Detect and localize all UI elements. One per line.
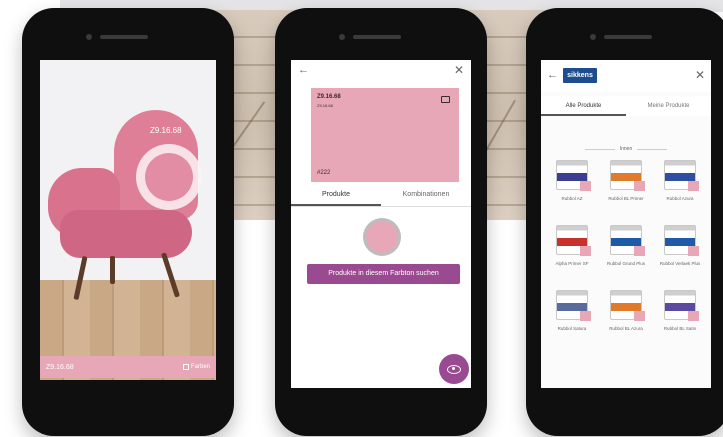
- speaker-grille: [604, 35, 652, 39]
- product-card[interactable]: Rubbol Verlaek Plus: [653, 225, 707, 290]
- farben-label: Farben: [190, 364, 210, 370]
- tab-alle-produkte[interactable]: Alle Produkte: [541, 96, 626, 116]
- paint-tin-image: [610, 160, 645, 191]
- product-card[interactable]: Rubbol BL Azura: [599, 290, 653, 355]
- tab-meine-produkte[interactable]: Meine Produkte: [626, 96, 711, 116]
- phone-product-list: ← sikkens ✕ Alle Produkte Meine Produkte…: [526, 8, 723, 436]
- back-arrow-icon[interactable]: ←: [547, 69, 558, 81]
- save-icon[interactable]: [441, 96, 450, 103]
- color-chip: [688, 311, 699, 321]
- ar-camera-screen[interactable]: Z9.16.68 Z9.16.68 Farben: [40, 60, 216, 380]
- camera-icon: [590, 34, 596, 40]
- color-chip: [688, 246, 699, 256]
- header: ← sikkens ✕: [541, 60, 711, 92]
- product-name: Rubbol Grund Plus: [606, 261, 646, 266]
- color-detail-screen: ← ✕ Z9.16.68 Z9.16.68 #222 Produkte Komb…: [291, 60, 471, 388]
- tab-produkte[interactable]: Produkte: [291, 184, 381, 206]
- speaker-grille: [100, 35, 148, 39]
- swatch-subcode: Z9.16.68: [317, 103, 333, 108]
- paint-tin-image: [664, 225, 699, 256]
- camera-icon: [86, 34, 92, 40]
- product-list-screen: ← sikkens ✕ Alle Produkte Meine Produkte…: [541, 60, 711, 388]
- paint-tin-label: [611, 238, 641, 246]
- product-card[interactable]: Rubbol BL Primer: [599, 160, 653, 225]
- color-chip: [634, 311, 645, 321]
- paint-tin-label: [665, 173, 695, 181]
- paint-tin-image: [610, 290, 645, 321]
- paint-tin-image: [664, 160, 699, 191]
- product-card[interactable]: Rubbol Azura: [653, 160, 707, 225]
- detail-tabs: Produkte Kombinationen: [291, 184, 471, 206]
- product-card[interactable]: Rubbol Satura: [545, 290, 599, 355]
- product-card[interactable]: Rubbol Grund Plus: [599, 225, 653, 290]
- product-name: Rubbol Satura: [557, 326, 587, 331]
- paint-can-icon: [363, 218, 401, 256]
- paint-tin-image: [556, 225, 591, 256]
- product-name: Rubbol BL Azura: [609, 326, 643, 331]
- product-tabs: Alle Produkte Meine Produkte: [541, 96, 711, 116]
- swatch-number: #222: [317, 170, 331, 176]
- color-chip: [580, 311, 591, 321]
- farben-button[interactable]: Farben: [182, 364, 210, 370]
- paint-tin-label: [557, 303, 587, 311]
- back-arrow-icon[interactable]: ←: [298, 64, 309, 76]
- color-chip: [580, 181, 591, 191]
- camera-icon: [339, 34, 345, 40]
- product-name: Rubbol Verlaek Plus: [659, 261, 701, 266]
- color-chip: [688, 181, 699, 191]
- tab-kombinationen[interactable]: Kombinationen: [381, 184, 471, 206]
- paint-tin-label: [557, 238, 587, 246]
- product-name: Rubbol Azura: [666, 196, 694, 201]
- product-name: Rubbol BL Satin: [663, 326, 697, 331]
- phone-color-detail: ← ✕ Z9.16.68 Z9.16.68 #222 Produkte Komb…: [275, 8, 487, 436]
- eye-icon: [447, 364, 461, 374]
- color-chip: [634, 246, 645, 256]
- top-nav: ← ✕: [291, 60, 471, 82]
- swatch-code: Z9.16.68: [317, 94, 341, 100]
- paint-tin-label: [611, 173, 641, 181]
- picked-color-bar[interactable]: Z9.16.68 Farben: [40, 356, 216, 378]
- color-picker-ring[interactable]: [136, 144, 202, 210]
- grid-icon: [182, 364, 189, 370]
- paint-tin-label: [611, 303, 641, 311]
- product-name: Rubbol BL Primer: [608, 196, 644, 201]
- paint-tin-image: [610, 225, 645, 256]
- tabs-divider: [291, 206, 471, 207]
- product-card[interactable]: Alpha Primer SF: [545, 225, 599, 290]
- color-swatch: Z9.16.68 Z9.16.68 #222: [311, 88, 459, 182]
- color-chip: [580, 246, 591, 256]
- section-label: Innen: [619, 146, 633, 152]
- chair-seat-image: [60, 210, 192, 258]
- color-chip: [634, 181, 645, 191]
- paint-tin-label: [557, 173, 587, 181]
- product-card[interactable]: Rubbol AZ: [545, 160, 599, 225]
- close-icon[interactable]: ✕: [695, 68, 705, 82]
- paint-tin-image: [556, 160, 591, 191]
- picked-color-label: Z9.16.68: [150, 126, 182, 135]
- section-divider: [637, 149, 667, 150]
- paint-tin-label: [665, 238, 695, 246]
- product-grid: Rubbol AZ Rubbol BL Primer Rubbol Azura Alp…: [545, 160, 707, 355]
- search-products-button[interactable]: Produkte in diesem Farbton suchen: [307, 264, 460, 284]
- product-name: Rubbol AZ: [561, 196, 583, 201]
- bottom-color-code: Z9.16.68: [46, 363, 74, 371]
- ar-view-button[interactable]: [439, 354, 469, 384]
- close-icon[interactable]: ✕: [454, 63, 464, 77]
- paint-tin-image: [664, 290, 699, 321]
- paint-tin-image: [556, 290, 591, 321]
- speaker-grille: [353, 35, 401, 39]
- paint-tin-label: [665, 303, 695, 311]
- sikkens-logo: sikkens: [563, 68, 597, 83]
- phone-ar-view: Z9.16.68 Z9.16.68 Farben: [22, 8, 234, 436]
- product-name: Alpha Primer SF: [555, 261, 589, 266]
- product-card[interactable]: Rubbol BL Satin: [653, 290, 707, 355]
- chair-leg: [110, 256, 115, 284]
